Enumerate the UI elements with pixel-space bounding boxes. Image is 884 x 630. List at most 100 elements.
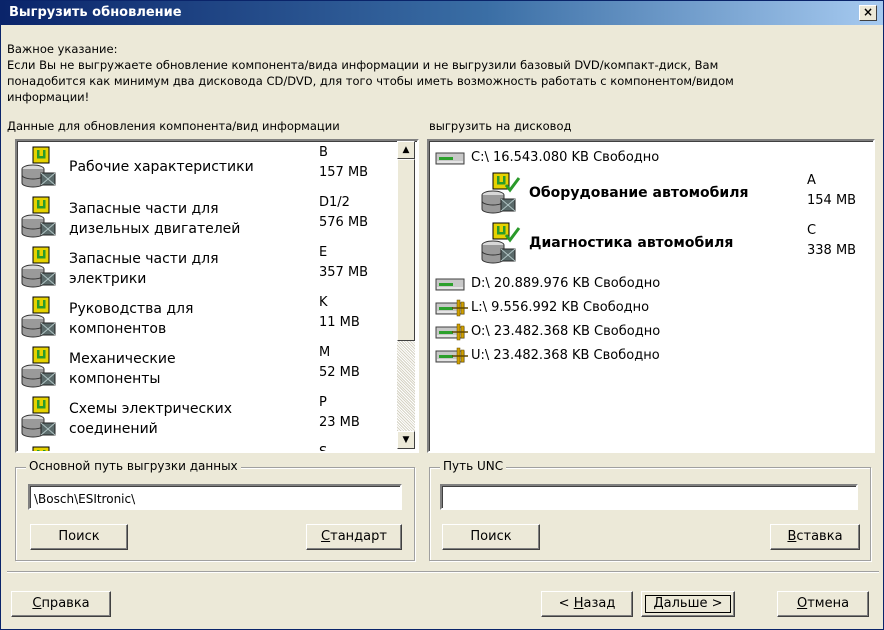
drive-component-size: 338 MB: [807, 243, 857, 258]
component-name-line: Руководства для: [69, 301, 194, 317]
component-code: D1/2: [319, 195, 350, 210]
button-label: Поиск: [470, 529, 512, 544]
base-path-search-button[interactable]: Поиск: [30, 524, 128, 550]
button-label-accel: О: [796, 596, 808, 611]
component-name: Руководства для компонентов: [69, 299, 193, 339]
base-path-group: Основной путь выгрузки данных \Bosch\ESI…: [15, 459, 415, 561]
component-size: 23 MB: [319, 415, 360, 430]
component-code: E: [319, 245, 328, 260]
component-name-line: дизельных двигателей: [69, 221, 241, 237]
component-name-line: компоненты: [69, 371, 161, 387]
scrollbar-thumb[interactable]: [397, 159, 415, 341]
component-name-line: соединений: [69, 421, 158, 437]
button-label: Поиск: [58, 529, 100, 544]
component-name-line: компонентов: [69, 321, 167, 337]
footer-separator: [7, 571, 879, 573]
button-label: тмена: [807, 596, 850, 611]
window-title: Выгрузить обновление: [9, 5, 182, 20]
notice-line: Важное указание:: [7, 42, 118, 56]
component-item[interactable]: Механические компоненты M 52 MB: [17, 341, 397, 391]
database-installed-icon: [479, 171, 527, 219]
component-code: P: [319, 395, 327, 410]
drive-component-name: Оборудование автомобиля: [529, 185, 749, 201]
component-item[interactable]: Схемы электрических соединений P 23 MB: [17, 391, 397, 441]
database-update-icon: [19, 245, 67, 293]
component-code: S: [319, 445, 328, 453]
button-label-accel: С: [321, 529, 331, 544]
database-update-icon: [19, 145, 67, 193]
button-label: тандарт: [330, 529, 387, 544]
component-item[interactable]: Запасные части для электрики E 357 MB: [17, 241, 397, 291]
button-label: азад: [583, 596, 616, 611]
drive-component-size: 154 MB: [807, 193, 857, 208]
base-path-input[interactable]: \Bosch\ESItronic\: [28, 484, 402, 510]
next-button[interactable]: Дальше >: [641, 591, 735, 617]
database-installed-icon: [479, 221, 527, 269]
network-drive-icon: [435, 299, 469, 321]
vertical-scrollbar[interactable]: ▲ ▼: [397, 141, 415, 449]
component-name: Запасные части для электрики: [69, 249, 219, 289]
base-path-group-title: Основной путь выгрузки данных: [26, 459, 241, 473]
button-label: правка: [41, 596, 90, 611]
component-item[interactable]: Руководства для компонентов K 11 MB: [17, 291, 397, 341]
drive-c-component-item[interactable]: Диагностика автомобиля C 338 MB: [479, 221, 873, 271]
notice-line: информации!: [7, 90, 90, 104]
drive-component-code: C: [807, 223, 817, 238]
component-name-line: Схемы электрических: [69, 401, 233, 417]
component-item[interactable]: Об...S: [17, 441, 397, 453]
component-size: 157 MB: [319, 165, 369, 180]
components-list[interactable]: Рабочие характеристики B 157 MB Запасные ча…: [15, 139, 419, 453]
component-name-line: Механические: [69, 351, 176, 367]
component-name-line: Запасные части для: [69, 251, 219, 267]
component-name-line: электрики: [69, 271, 147, 287]
component-code: M: [319, 345, 331, 360]
database-update-icon: [19, 445, 67, 451]
notice-line: Если Вы не выгружаете обновление компоне…: [7, 58, 719, 72]
component-code: K: [319, 295, 328, 310]
unc-search-button[interactable]: Поиск: [442, 524, 540, 550]
drive-component-code: A: [807, 173, 816, 188]
component-name: Запасные части для дизельных двигателей: [69, 199, 240, 239]
component-name-line: Запасные части для: [69, 201, 219, 217]
dialog-window: Выгрузить обновление × Важное указание: …: [0, 0, 884, 630]
button-label: ставка: [796, 529, 843, 544]
drive-c-component-item[interactable]: Оборудование автомобиля A 154 MB: [479, 171, 873, 221]
drive-label: U:\ 23.482.368 KB Свободно: [471, 348, 660, 363]
component-code: B: [319, 145, 328, 160]
unc-path-group: Путь UNC Поиск Вставка: [429, 459, 871, 561]
button-label-accel: Д: [653, 596, 664, 611]
help-button[interactable]: Справка: [11, 591, 111, 617]
drives-tree[interactable]: C:\ 16.543.080 KB Свободно D:\ 20.889.976…: [427, 139, 875, 453]
component-name: Механические компоненты: [69, 349, 176, 389]
standard-button[interactable]: Стандарт: [306, 524, 402, 550]
close-button[interactable]: ×: [859, 5, 877, 21]
drive-label: O:\ 23.482.368 KB Свободно: [471, 324, 661, 339]
hard-drive-icon: [435, 275, 469, 297]
drive-label: D:\ 20.889.976 KB Свободно: [471, 276, 661, 291]
scroll-down-arrow-icon[interactable]: ▼: [397, 431, 415, 449]
component-item[interactable]: Рабочие характеристики B 157 MB: [17, 141, 397, 191]
unc-path-group-title: Путь UNC: [440, 459, 507, 473]
drive-label: L:\ 9.556.992 KB Свободно: [471, 300, 650, 315]
component-size: 576 MB: [319, 215, 369, 230]
back-button[interactable]: < Назад: [541, 591, 633, 617]
component-size: 11 MB: [319, 315, 360, 330]
hard-drive-icon: [435, 149, 469, 171]
database-update-icon: [19, 395, 67, 443]
button-label: альше >: [663, 596, 723, 611]
components-header: Данные для обновления компонента/вид инф…: [7, 119, 340, 133]
component-name: Схемы электрических соединений: [69, 399, 232, 439]
component-name-line: Рабочие характеристики: [69, 159, 254, 175]
component-item[interactable]: Запасные части для дизельных двигателей D1…: [17, 191, 397, 241]
cancel-button[interactable]: Отмена: [777, 591, 869, 617]
network-drive-icon: [435, 347, 469, 369]
component-size: 357 MB: [319, 265, 369, 280]
unc-path-input[interactable]: [440, 484, 858, 510]
title-bar[interactable]: Выгрузить обновление ×: [1, 1, 883, 25]
database-update-icon: [19, 195, 67, 243]
scroll-up-arrow-icon[interactable]: ▲: [397, 141, 415, 159]
paste-button[interactable]: Вставка: [770, 524, 860, 550]
drive-label: C:\ 16.543.080 KB Свободно: [471, 150, 660, 165]
database-update-icon: [19, 295, 67, 343]
target-drive-header: выгрузить на дисковод: [429, 119, 572, 133]
